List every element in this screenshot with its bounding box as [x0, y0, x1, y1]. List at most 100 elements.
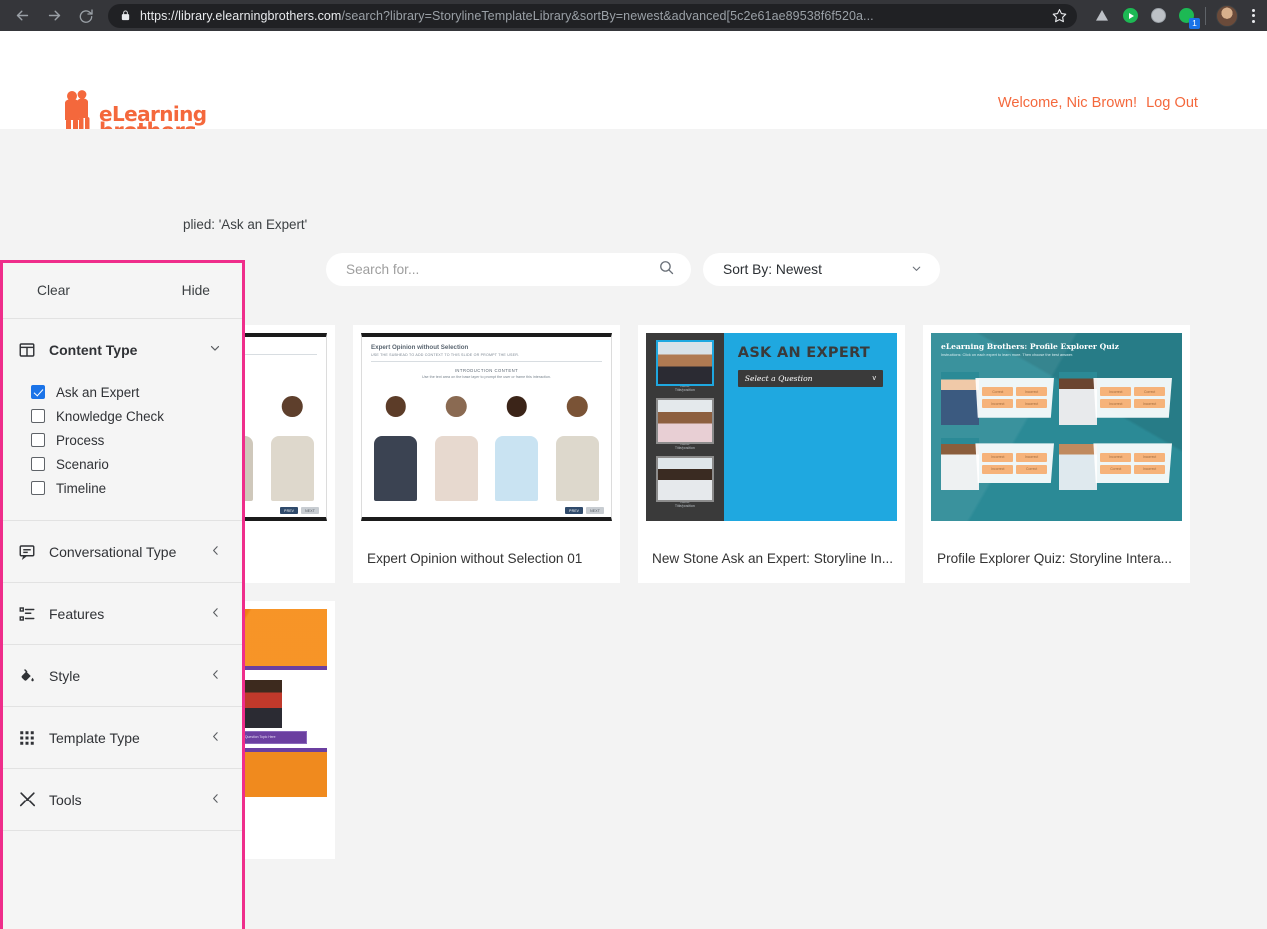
filter-sidebar-header: Clear Hide	[3, 263, 242, 319]
filter-option-scenario[interactable]: Scenario	[31, 452, 228, 476]
chevron-left-icon	[209, 606, 228, 622]
answer-button: Incorrect	[1100, 453, 1131, 462]
browser-menu-icon[interactable]	[1248, 9, 1259, 23]
address-bar[interactable]: https://library.elearningbrothers.com/se…	[108, 4, 1077, 28]
extensions-area: 1	[1087, 5, 1259, 27]
answer-button: Incorrect	[1134, 399, 1165, 408]
filter-option-label: Timeline	[56, 481, 106, 496]
forward-arrow-icon[interactable]	[40, 2, 68, 30]
avatar[interactable]	[1216, 5, 1238, 27]
checkbox[interactable]	[31, 481, 45, 495]
answer-button: Incorrect	[982, 465, 1013, 474]
browser-toolbar: https://library.elearningbrothers.com/se…	[0, 0, 1267, 31]
filter-option-knowledge-check[interactable]: Knowledge Check	[31, 404, 228, 428]
lock-icon	[120, 10, 131, 21]
search-input[interactable]	[346, 262, 658, 277]
filter-section-content-type: Content Type Ask an Expert Knowledge Che…	[3, 319, 242, 521]
thumb-prev-button: PREV	[565, 507, 583, 514]
speech-bubble-icon	[17, 542, 37, 562]
thumb-next-button: NEXT	[586, 507, 604, 514]
url-text: https://library.elearningbrothers.com/se…	[140, 9, 1044, 23]
filter-section-label: Template Type	[49, 730, 197, 746]
result-card[interactable]: Expert Opinion without Selection USE THE…	[353, 325, 620, 583]
chevron-down-icon	[208, 341, 228, 358]
filter-section-tools: Tools	[3, 769, 242, 831]
answer-button: Incorrect	[1100, 399, 1131, 408]
thumb-prev-button: PREV	[280, 507, 298, 514]
filter-section-style: Style	[3, 645, 242, 707]
filter-section-label: Content Type	[49, 342, 196, 358]
thumb-next-button: NEXT	[301, 507, 319, 514]
card-thumbnail[interactable]: Expert Opinion without Selection USE THE…	[361, 333, 612, 521]
notification-extension-icon[interactable]: 1	[1177, 7, 1195, 25]
layout-window-icon	[17, 340, 37, 360]
answer-button: Correct	[1016, 465, 1047, 474]
toolbar-divider	[1205, 7, 1206, 25]
bookmark-star-icon[interactable]	[1052, 8, 1067, 23]
wrench-screwdriver-icon	[17, 790, 37, 810]
url-path: /search?library=StorylineTemplateLibrary…	[341, 9, 873, 23]
card-title: Profile Explorer Quiz: Storyline Intera.…	[923, 521, 1190, 583]
back-arrow-icon[interactable]	[8, 2, 36, 30]
filter-section-header-conversational-type[interactable]: Conversational Type	[17, 521, 228, 582]
filter-option-process[interactable]: Process	[31, 428, 228, 452]
filter-option-ask-an-expert[interactable]: Ask an Expert	[31, 380, 228, 404]
filter-section-label: Tools	[49, 792, 197, 808]
thumb-question-dropdown: Select a Question v	[738, 370, 883, 387]
results-controls: Sort By: Newest	[326, 253, 940, 286]
filter-option-label: Process	[56, 433, 104, 448]
chevron-left-icon	[209, 730, 228, 746]
filter-option-timeline[interactable]: Timeline	[31, 476, 228, 500]
search-box[interactable]	[326, 253, 691, 286]
filter-section-header-tools[interactable]: Tools	[17, 769, 228, 830]
result-card[interactable]: eLearning Brothers: Profile Explorer Qui…	[923, 325, 1190, 583]
filter-options-content-type: Ask an Expert Knowledge Check Process Sc…	[17, 380, 228, 520]
thumb-caption-role: Title/position	[675, 388, 695, 392]
hide-sidebar-button[interactable]: Hide	[182, 283, 210, 298]
filter-section-label: Features	[49, 606, 197, 622]
checkbox[interactable]	[31, 433, 45, 447]
circle-extension-icon[interactable]	[1149, 7, 1167, 25]
checkbox[interactable]	[31, 457, 45, 471]
sort-dropdown[interactable]: Sort By: Newest	[703, 253, 940, 286]
card-title: Expert Opinion without Selection 01	[353, 521, 620, 583]
play-extension-icon[interactable]	[1121, 7, 1139, 25]
list-icon	[17, 604, 37, 624]
site-header: eLearning brothers Welcome, Nic Brown! L…	[0, 31, 1267, 130]
thumb-people	[370, 396, 603, 501]
thumb-subhead: USE THE SUBHEAD TO ADD CONTEXT TO THIS S…	[371, 353, 602, 357]
thumb-expert-list: NameTitle/position NameTitle/position Na…	[646, 333, 724, 521]
thumb-quiz-grid: Correct Incorrect Incorrect Incorrect In…	[941, 364, 1172, 490]
result-card[interactable]: NameTitle/position NameTitle/position Na…	[638, 325, 905, 583]
filter-sidebar: Clear Hide Content Type Ask an Expert	[0, 260, 245, 929]
card-thumbnail[interactable]: NameTitle/position NameTitle/position Na…	[646, 333, 897, 521]
sort-label: Sort By: Newest	[723, 262, 822, 277]
filter-section-features: Features	[3, 583, 242, 645]
filter-section-header-content-type[interactable]: Content Type	[17, 319, 228, 380]
filter-section-conversational-type: Conversational Type	[3, 521, 242, 583]
filter-option-label: Knowledge Check	[56, 409, 164, 424]
search-icon[interactable]	[658, 259, 675, 281]
answer-button: Correct	[1134, 387, 1165, 396]
filter-section-header-template-type[interactable]: Template Type	[17, 707, 228, 768]
thumb-heading: eLearning Brothers: Profile Explorer Qui…	[941, 342, 1172, 351]
card-thumbnail[interactable]: eLearning Brothers: Profile Explorer Qui…	[931, 333, 1182, 521]
answer-button: Incorrect	[982, 399, 1013, 408]
filter-section-header-features[interactable]: Features	[17, 583, 228, 644]
answer-button: Incorrect	[1016, 387, 1047, 396]
thumb-heading: Expert Opinion without Selection	[371, 344, 602, 351]
checkbox[interactable]	[31, 385, 45, 399]
thumb-content-body: Use the text area on the base layer to p…	[371, 375, 602, 379]
thumb-chevron-down-icon: v	[873, 375, 877, 382]
reload-icon[interactable]	[72, 2, 100, 30]
chevron-down-icon	[910, 262, 923, 278]
checkbox[interactable]	[31, 409, 45, 423]
drive-extension-icon[interactable]	[1093, 7, 1111, 25]
clear-filters-button[interactable]: Clear	[37, 283, 70, 298]
thumb-dropdown-label: Select a Question	[745, 374, 813, 383]
logout-link[interactable]: Log Out	[1146, 95, 1198, 111]
paint-bucket-icon	[17, 666, 37, 686]
answer-button: Incorrect	[982, 453, 1013, 462]
answer-button: Correct	[982, 387, 1013, 396]
filter-section-header-style[interactable]: Style	[17, 645, 228, 706]
